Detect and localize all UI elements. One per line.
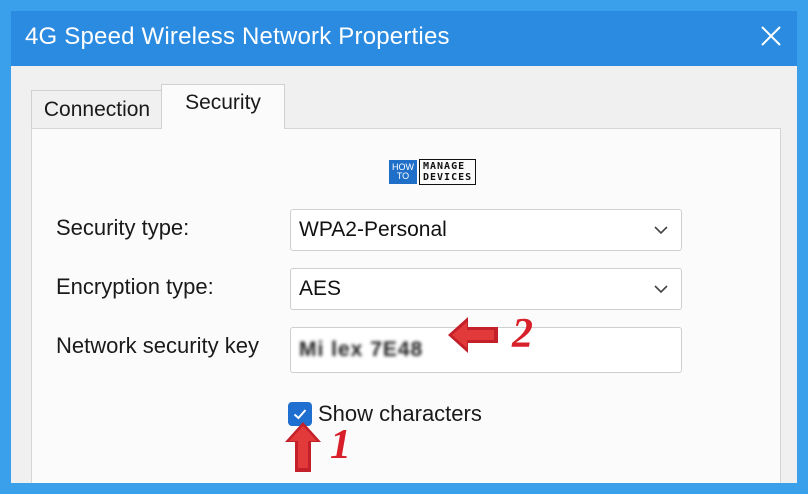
properties-window: 4G Speed Wireless Network Properties Con… [11,11,797,483]
logo-how-to: HOW TO [389,160,417,184]
annotation-step-1: 1 [330,422,351,468]
logo-manage: MANAGE [423,161,466,172]
tab-connection[interactable]: Connection [31,90,163,129]
encryption-type-value: AES [299,277,342,300]
close-icon [761,26,781,46]
security-type-dropdown[interactable]: WPA2-Personal [290,209,682,251]
chevron-down-icon [654,285,668,294]
security-type-label: Security type: [56,215,190,240]
title-bar: 4G Speed Wireless Network Properties [11,11,797,66]
logo-manage-devices: MANAGE DEVICES [419,159,477,185]
arrow-left-icon [448,317,498,353]
chevron-down-icon [654,226,668,235]
arrow-up-icon [285,422,321,472]
security-type-value: WPA2-Personal [299,218,447,241]
window-title: 4G Speed Wireless Network Properties [25,23,450,50]
tab-security[interactable]: Security [161,84,285,129]
logo-to: TO [396,171,410,181]
security-panel: HOW TO MANAGE DEVICES Security type: WPA… [31,128,781,483]
annotation-step-2: 2 [512,311,533,357]
encryption-type-dropdown[interactable]: AES [290,268,682,310]
network-security-key-label: Network security key [56,333,259,358]
encryption-type-label: Encryption type: [56,274,214,299]
checkmark-icon [293,409,307,420]
how-to-manage-devices-logo: HOW TO MANAGE DEVICES [389,155,481,189]
logo-devices: DEVICES [423,172,473,183]
network-security-key-value: Mi lex 7E48 [299,338,424,361]
close-button[interactable] [745,11,797,61]
tab-strip: Connection Security [23,83,783,129]
